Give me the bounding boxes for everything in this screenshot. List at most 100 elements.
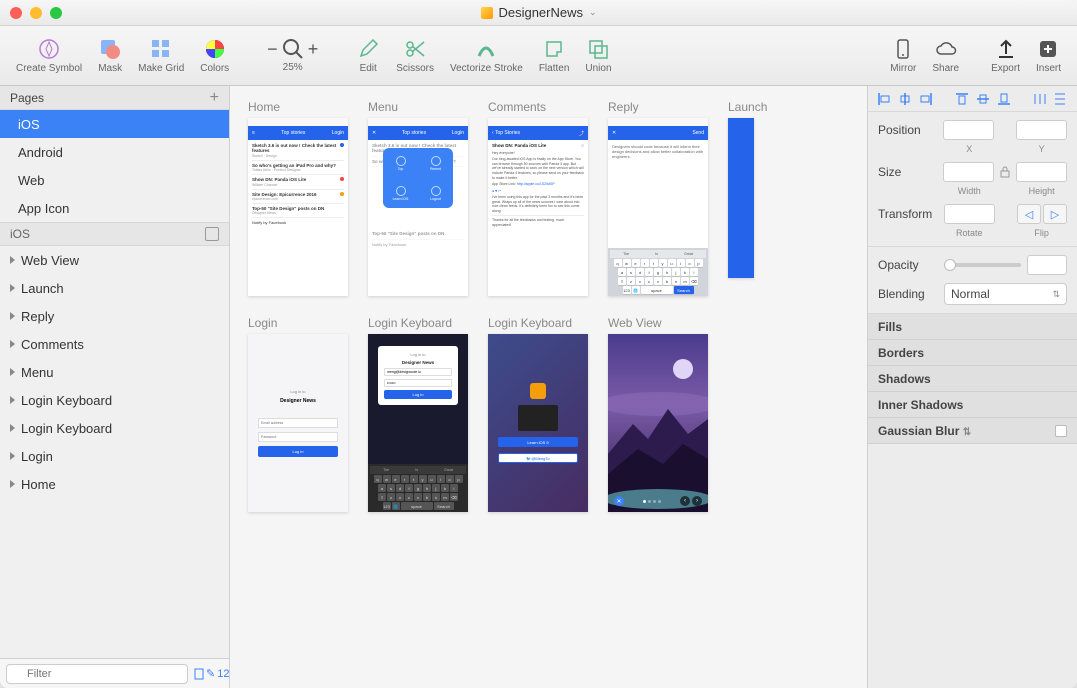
- mask-button[interactable]: Mask: [92, 33, 128, 78]
- export-button[interactable]: Export: [985, 33, 1026, 78]
- artboard-login[interactable]: Log in to Designer News Log in: [248, 334, 348, 512]
- distribute-v-icon[interactable]: [1053, 92, 1067, 106]
- layer-login-keyboard-2[interactable]: Login Keyboard: [0, 414, 229, 442]
- blur-checkbox[interactable]: [1055, 425, 1067, 437]
- rotate-input[interactable]: [944, 204, 996, 224]
- distribute-h-icon[interactable]: [1033, 92, 1047, 106]
- position-y-input[interactable]: [1016, 120, 1067, 140]
- artboard-login-keyboard-dark[interactable]: Log in to Designer News Log in TheIsGrea…: [368, 334, 468, 512]
- layer-reply[interactable]: Reply: [0, 302, 229, 330]
- insert-button[interactable]: Insert: [1030, 33, 1067, 78]
- align-top-icon[interactable]: [955, 92, 969, 106]
- align-right-icon[interactable]: [919, 92, 933, 106]
- align-vcenter-icon[interactable]: [976, 92, 990, 106]
- layer-launch[interactable]: Launch: [0, 274, 229, 302]
- edit-button[interactable]: Edit: [350, 33, 386, 78]
- zoom-in-button[interactable]: +: [308, 39, 319, 60]
- artboard-label[interactable]: Menu: [368, 100, 468, 114]
- disclosure-icon: [10, 452, 15, 460]
- mirror-button[interactable]: Mirror: [884, 33, 922, 78]
- page-web[interactable]: Web: [0, 166, 229, 194]
- inner-shadows-header[interactable]: Inner Shadows: [868, 392, 1077, 418]
- titlebar: DesignerNews ⌄: [0, 0, 1077, 26]
- insert-icon: [1036, 37, 1060, 61]
- position-x-input[interactable]: [943, 120, 994, 140]
- document-icon: [480, 7, 492, 19]
- flip-horizontal-button[interactable]: ◁: [1017, 204, 1041, 224]
- union-button[interactable]: Union: [579, 33, 617, 78]
- layers-header: iOS: [0, 222, 229, 246]
- artboard-icon[interactable]: [205, 227, 219, 241]
- filter-input[interactable]: [6, 664, 188, 684]
- window-title[interactable]: DesignerNews ⌄: [480, 5, 596, 20]
- layer-comments[interactable]: Comments: [0, 330, 229, 358]
- artboard-home[interactable]: ≡Top storiesLogin Sketch 3.6 is out now …: [248, 118, 348, 296]
- opacity-slider[interactable]: [944, 263, 1021, 267]
- app-window: DesignerNews ⌄ Create Symbol Mask Make G…: [0, 0, 1077, 688]
- artboard-launch[interactable]: [728, 118, 754, 278]
- make-grid-button[interactable]: Make Grid: [132, 33, 190, 78]
- fills-header[interactable]: Fills: [868, 314, 1077, 340]
- disclosure-icon: [10, 312, 15, 320]
- page-ios[interactable]: iOS: [0, 110, 229, 138]
- artboard-comments[interactable]: ‹ Top Stories⤴ Show DN: Panda iOS Lite○ …: [488, 118, 588, 296]
- zoom-control[interactable]: − + 25%: [267, 38, 318, 73]
- maximize-window-button[interactable]: [50, 7, 62, 19]
- layer-login[interactable]: Login: [0, 442, 229, 470]
- layer-login-keyboard-1[interactable]: Login Keyboard: [0, 386, 229, 414]
- prev-icon: ‹: [680, 496, 690, 506]
- layer-web-view[interactable]: Web View: [0, 246, 229, 274]
- align-bottom-icon[interactable]: [997, 92, 1011, 106]
- close-window-button[interactable]: [10, 7, 22, 19]
- height-input[interactable]: [1016, 162, 1067, 182]
- blending-select[interactable]: Normal⇅: [944, 283, 1067, 305]
- export-icon: [994, 37, 1018, 61]
- artboard-label[interactable]: Login Keyboard: [368, 316, 468, 330]
- shadows-header[interactable]: Shadows: [868, 366, 1077, 392]
- artboard-label[interactable]: Login: [248, 316, 348, 330]
- borders-header[interactable]: Borders: [868, 340, 1077, 366]
- symbol-icon: [37, 37, 61, 61]
- artboard-label[interactable]: Web View: [608, 316, 708, 330]
- pencil-icon: [356, 37, 380, 61]
- flatten-icon: [542, 37, 566, 61]
- align-left-icon[interactable]: [877, 92, 891, 106]
- create-symbol-button[interactable]: Create Symbol: [10, 33, 88, 78]
- page-app-icon[interactable]: App Icon: [0, 194, 229, 222]
- mask-icon: [98, 37, 122, 61]
- illustration: [608, 334, 708, 512]
- scissors-icon: [403, 37, 427, 61]
- gaussian-blur-header[interactable]: Gaussian Blur ⇅: [868, 418, 1077, 444]
- disclosure-icon: [10, 340, 15, 348]
- colors-button[interactable]: Colors: [194, 33, 235, 78]
- zoom-out-button[interactable]: −: [267, 39, 278, 60]
- minimize-window-button[interactable]: [30, 7, 42, 19]
- artboard-label[interactable]: Login Keyboard: [488, 316, 588, 330]
- artboard-label[interactable]: Comments: [488, 100, 588, 114]
- vectorize-button[interactable]: Vectorize Stroke: [444, 33, 529, 78]
- lock-icon[interactable]: [1000, 166, 1010, 178]
- artboard-label[interactable]: Reply: [608, 100, 708, 114]
- cloud-icon: [934, 37, 958, 61]
- artboard-web-view[interactable]: ✕ ‹›: [608, 334, 708, 512]
- canvas[interactable]: Home ≡Top storiesLogin Sketch 3.6 is out…: [230, 86, 867, 688]
- alignment-bar: [868, 86, 1077, 112]
- layer-menu[interactable]: Menu: [0, 358, 229, 386]
- add-page-button[interactable]: +: [210, 89, 219, 107]
- flip-vertical-button[interactable]: ▷: [1043, 204, 1067, 224]
- opacity-input[interactable]: [1027, 255, 1067, 275]
- artboard-label[interactable]: Home: [248, 100, 348, 114]
- scissors-button[interactable]: Scissors: [390, 33, 440, 78]
- layer-home[interactable]: Home: [0, 470, 229, 498]
- align-hcenter-icon[interactable]: [898, 92, 912, 106]
- artboard-login-keyboard-light[interactable]: Learn iOS 9 🐦 @MengTo: [488, 334, 588, 512]
- share-button[interactable]: Share: [926, 33, 965, 78]
- artboard-reply[interactable]: ✕Send Designers should code because it w…: [608, 118, 708, 296]
- artboard-menu[interactable]: ✕Top storiesLogin Sketch 3.6 is out now …: [368, 118, 468, 296]
- disclosure-icon: [10, 396, 15, 404]
- flatten-button[interactable]: Flatten: [533, 33, 576, 78]
- artboard-label[interactable]: Launch: [728, 100, 754, 114]
- page-android[interactable]: Android: [0, 138, 229, 166]
- width-input[interactable]: [943, 162, 994, 182]
- pencil-small-icon: ✎: [206, 667, 215, 680]
